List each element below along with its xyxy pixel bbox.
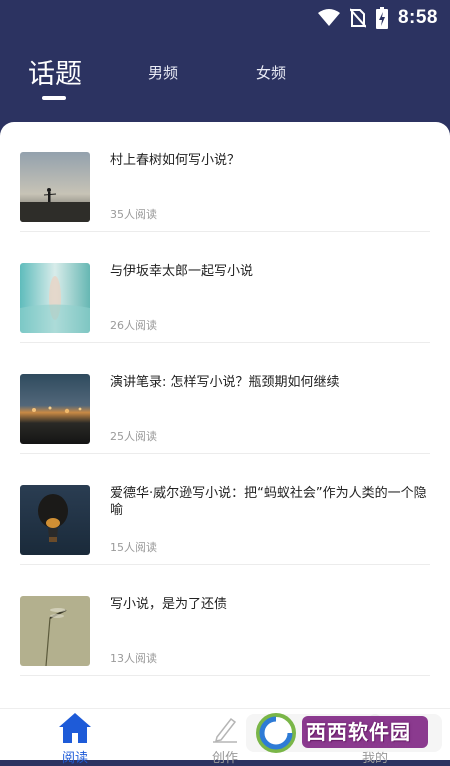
watermark-logo: 西西软件园 CR173.COM xyxy=(246,710,442,756)
tab-female[interactable]: 女频 xyxy=(256,62,286,83)
list-item[interactable]: 写小说，是为了还债 13人阅读 xyxy=(20,566,430,676)
tab-male[interactable]: 男频 xyxy=(148,62,178,83)
article-thumbnail xyxy=(20,596,90,666)
status-bar: 8:58 xyxy=(0,0,450,36)
article-title: 村上春树如何写小说？ xyxy=(110,153,241,168)
list-item[interactable]: 村上春树如何写小说？ 35人阅读 xyxy=(20,122,430,232)
status-time: 8:58 xyxy=(397,7,438,28)
read-count: 35人阅读 xyxy=(110,208,157,221)
nav-read-label: 阅读 xyxy=(61,751,88,766)
article-title: 爱德华·威尔逊写小说：把“蚂蚁社会”作为人类的一个隐喻 xyxy=(110,486,427,518)
top-tabs: 话题 男频 女频 xyxy=(0,36,450,122)
list-item[interactable]: 爱德华·威尔逊写小说：把“蚂蚁社会”作为人类的一个隐喻 15人阅读 xyxy=(20,455,430,565)
read-count: 15人阅读 xyxy=(110,541,157,554)
wifi-icon xyxy=(317,9,340,26)
read-count: 25人阅读 xyxy=(110,430,157,443)
article-title: 写小说，是为了还债 xyxy=(110,597,228,612)
article-thumbnail xyxy=(20,152,90,222)
pen-icon xyxy=(213,717,237,743)
watermark-subtext: CR173.COM xyxy=(356,740,408,750)
article-thumbnail xyxy=(20,485,90,555)
tab-active-indicator xyxy=(42,96,66,100)
home-icon xyxy=(59,713,91,743)
article-list: 村上春树如何写小说？ 35人阅读 与伊坂幸太郎一起写小说 26人阅读 演讲笔录:… xyxy=(0,122,450,708)
read-count: 26人阅读 xyxy=(110,319,157,332)
battery-charging-icon xyxy=(375,7,388,29)
no-sim-icon xyxy=(349,8,366,28)
tab-topics[interactable]: 话题 xyxy=(28,52,82,91)
nav-read[interactable]: 阅读 xyxy=(35,709,115,766)
list-item[interactable]: 演讲笔录: 怎样写小说？瓶颈期如何继续 25人阅读 xyxy=(20,344,430,454)
article-thumbnail xyxy=(20,263,90,333)
list-item[interactable]: 与伊坂幸太郎一起写小说 26人阅读 xyxy=(20,233,430,343)
article-title: 与伊坂幸太郎一起写小说 xyxy=(110,264,254,279)
read-count: 13人阅读 xyxy=(110,652,157,665)
article-thumbnail xyxy=(20,374,90,444)
article-title: 演讲笔录: 怎样写小说？瓶颈期如何继续 xyxy=(110,375,340,390)
